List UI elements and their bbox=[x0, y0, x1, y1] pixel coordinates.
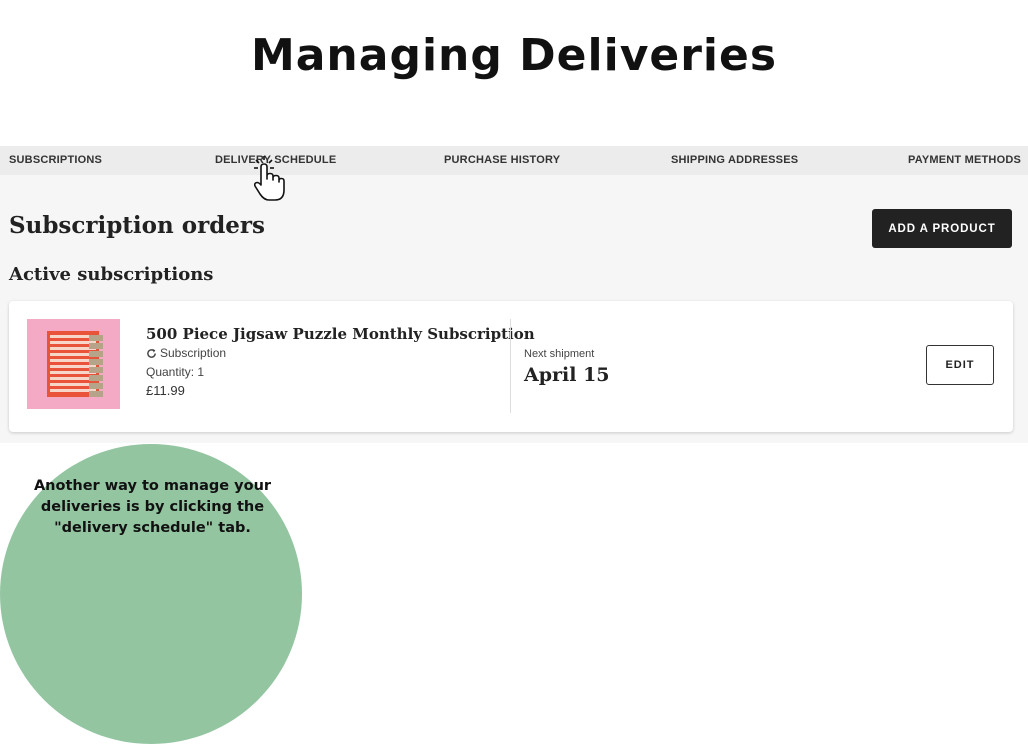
account-panel: SUBSCRIPTIONS DELIVERY SCHEDULE PURCHASE… bbox=[0, 146, 1028, 443]
divider bbox=[510, 319, 511, 413]
tab-shipping-addresses[interactable]: SHIPPING ADDRESSES bbox=[671, 154, 798, 166]
subscription-card: 500 Piece Jigsaw Puzzle Monthly Subscrip… bbox=[9, 301, 1013, 432]
quantity: Quantity: 1 bbox=[146, 365, 205, 379]
hand-pointer-icon bbox=[253, 156, 285, 201]
slide-title: Managing Deliveries bbox=[250, 30, 778, 81]
tab-payment-methods[interactable]: PAYMENT METHODS bbox=[908, 154, 1021, 166]
page-title: Subscription orders bbox=[9, 212, 265, 239]
subscription-type-label: Subscription bbox=[160, 346, 227, 360]
product-name[interactable]: 500 Piece Jigsaw Puzzle Monthly Subscrip… bbox=[146, 325, 535, 343]
next-shipment-label: Next shipment bbox=[524, 348, 595, 360]
add-product-button[interactable]: ADD A PRODUCT bbox=[872, 209, 1012, 248]
tab-purchase-history[interactable]: PURCHASE HISTORY bbox=[444, 154, 560, 166]
price: £11.99 bbox=[146, 383, 185, 398]
edit-button[interactable]: EDIT bbox=[926, 345, 994, 385]
tab-bar: SUBSCRIPTIONS DELIVERY SCHEDULE PURCHASE… bbox=[0, 146, 1028, 175]
callout-text: Another way to manage your deliveries is… bbox=[33, 478, 272, 536]
section-title: Active subscriptions bbox=[9, 264, 214, 285]
tab-subscriptions[interactable]: SUBSCRIPTIONS bbox=[9, 154, 102, 166]
next-shipment-date: April 15 bbox=[524, 364, 610, 386]
product-image[interactable] bbox=[27, 319, 120, 409]
subscription-type: Subscription bbox=[146, 346, 226, 360]
refresh-icon bbox=[147, 348, 156, 358]
